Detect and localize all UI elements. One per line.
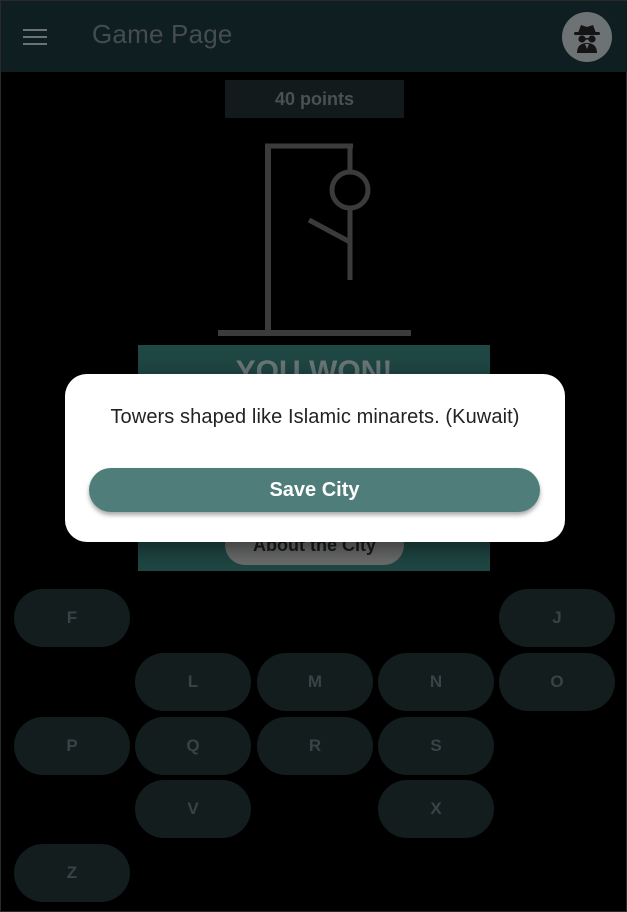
letter-key[interactable]: S (378, 717, 494, 775)
points-badge: 40 points (225, 80, 404, 118)
app-bar: Game Page (1, 1, 627, 72)
letter-key[interactable]: V (135, 780, 251, 838)
save-city-button[interactable]: Save City (89, 468, 540, 512)
letter-key[interactable]: R (257, 717, 373, 775)
page-title: Game Page (92, 19, 233, 49)
letter-key[interactable]: N (378, 653, 494, 711)
letter-key[interactable]: Q (135, 717, 251, 775)
game-page: Game Page 40 points YOU WON! About the C… (0, 0, 627, 912)
letter-key[interactable]: P (14, 717, 130, 775)
spy-icon (574, 25, 600, 53)
city-info-dialog: Towers shaped like Islamic minarets. (Ku… (65, 374, 565, 542)
avatar[interactable] (562, 12, 612, 62)
hangman-arm (307, 217, 352, 245)
letter-key[interactable]: X (378, 780, 494, 838)
menu-icon[interactable] (23, 27, 49, 47)
hangman-head (329, 169, 371, 211)
letter-key[interactable]: Z (14, 844, 130, 902)
letter-key[interactable]: O (499, 653, 615, 711)
dialog-message: Towers shaped like Islamic minarets. (Ku… (110, 406, 520, 428)
letter-key[interactable]: F (14, 589, 130, 647)
letter-key[interactable]: J (499, 589, 615, 647)
letter-key[interactable]: L (135, 653, 251, 711)
letter-key[interactable]: M (257, 653, 373, 711)
menu-line (23, 43, 47, 45)
menu-line (23, 29, 47, 31)
hangman-drawing (218, 143, 411, 336)
menu-line (23, 36, 47, 38)
